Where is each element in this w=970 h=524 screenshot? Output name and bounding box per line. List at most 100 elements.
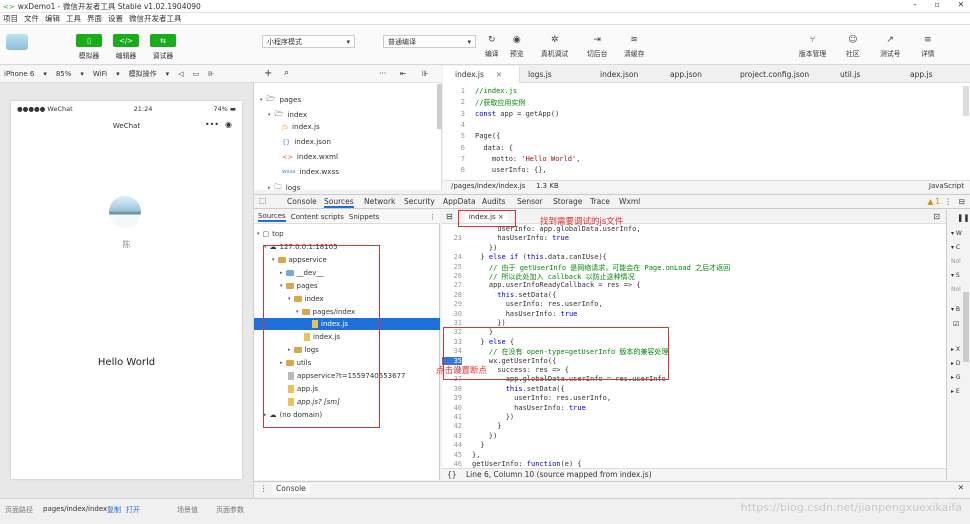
more-vert-icon[interactable]: ⋮ — [945, 197, 953, 206]
tree-file-index-wxss[interactable]: wxss index.wxss — [282, 167, 339, 176]
more-icon[interactable]: ··· — [379, 69, 386, 78]
dtab-security[interactable]: Security — [404, 197, 435, 206]
menu-file[interactable]: 文件 — [24, 13, 39, 24]
avatar[interactable] — [6, 34, 28, 50]
rotate-icon[interactable]: ▭ — [193, 70, 200, 78]
more-vert-icon[interactable]: ⋮ — [429, 213, 436, 221]
detail-button[interactable]: ≡ 详情 — [921, 35, 935, 58]
detach-icon[interactable]: ⊪ — [208, 70, 214, 78]
line-number[interactable]: 38 — [442, 385, 462, 393]
line-number[interactable]: 3 — [443, 110, 465, 118]
page-params[interactable]: 页面参数 — [216, 505, 244, 515]
add-icon[interactable]: + — [264, 68, 272, 79]
simulator-toggle[interactable]: ▯ 模拟器 — [76, 34, 102, 60]
tab-project-config-json[interactable]: project.config.json — [728, 66, 809, 83]
dtab-wxml[interactable]: Wxml — [619, 197, 640, 206]
dtab-storage[interactable]: Storage — [553, 197, 582, 206]
tab-app-json[interactable]: app.json — [658, 66, 702, 83]
minimize-button[interactable]: – — [913, 0, 917, 9]
tab-index-json[interactable]: index.json — [588, 66, 638, 83]
line-number[interactable]: 27 — [442, 281, 462, 289]
tab-index-js[interactable]: index.js ✕ — [443, 66, 520, 83]
collapse-icon[interactable]: ⇤ — [400, 69, 406, 78]
line-number[interactable]: 4 — [443, 121, 465, 129]
dtab-audits[interactable]: Audits — [482, 197, 506, 206]
drawer-menu-icon[interactable]: ⋮ — [260, 484, 268, 493]
menu-edit[interactable]: 编辑 — [45, 13, 60, 24]
debugger-toggle[interactable]: ⇆ 调试器 — [150, 34, 176, 60]
line-number[interactable]: 42 — [442, 422, 462, 430]
warning-badge[interactable]: ▲ 1 — [927, 197, 940, 206]
clear-cache-button[interactable]: ≋ 清缓存 — [624, 35, 644, 58]
line-number[interactable]: 5 — [443, 132, 465, 140]
line-number[interactable]: 1 — [443, 87, 465, 95]
background-button[interactable]: ⇥ 切后台 — [587, 35, 607, 58]
tree-folder-pages[interactable]: ▾ 🗁 pages — [260, 93, 301, 106]
close-tab-icon[interactable]: ✕ — [496, 70, 502, 79]
watch-section-toggle[interactable]: ▾ W — [951, 230, 962, 237]
close-target-icon[interactable]: ◉ — [225, 120, 232, 129]
src-node-top[interactable]: ▾ ▢ top — [257, 230, 284, 238]
preview-button[interactable]: ◉ 预览 — [510, 35, 524, 58]
tree-file-index-json[interactable]: {} index.json — [282, 137, 331, 146]
line-number[interactable]: 28 — [442, 291, 462, 299]
subtab-content-scripts[interactable]: Content scripts — [291, 213, 344, 221]
global-section-toggle[interactable]: ▸ G — [951, 374, 961, 381]
tree-file-index-wxml[interactable]: <> index.wxml — [282, 152, 338, 161]
close-window-button[interactable]: ✕ — [958, 0, 964, 9]
compile-mode-select[interactable]: 普通编译 ▾ — [383, 35, 476, 48]
dtab-sources[interactable]: Sources — [324, 197, 354, 208]
line-number[interactable]: 39 — [442, 394, 462, 402]
compile-button[interactable]: ↻ 编译 — [485, 35, 499, 58]
dtab-appdata[interactable]: AppData — [443, 197, 476, 206]
menu-wechat-devtools[interactable]: 微信开发者工具 — [129, 13, 182, 24]
menu-view[interactable]: 界面 — [87, 13, 102, 24]
event-section-toggle[interactable]: ▸ E — [951, 388, 960, 395]
version-manage-button[interactable]: ⑂ 版本管理 — [799, 35, 826, 58]
editor-toggle[interactable]: </> 编辑器 — [113, 34, 139, 60]
mode-select[interactable]: 小程序模式 ▾ — [262, 35, 355, 48]
line-number[interactable]: 25 — [442, 263, 462, 271]
tree-folder-index[interactable]: ▾ 🗁 index — [268, 108, 307, 121]
real-device-debug-button[interactable]: ✲ 真机调试 — [541, 35, 568, 58]
line-number[interactable]: 45 — [442, 451, 462, 459]
line-number[interactable]: 29 — [442, 300, 462, 308]
community-button[interactable]: ☺ 社区 — [846, 35, 860, 58]
editor-scrollbar[interactable] — [963, 86, 969, 116]
subtab-snippets[interactable]: Snippets — [349, 213, 379, 221]
line-number[interactable]: 40 — [442, 404, 462, 412]
toggle-navigator-icon[interactable]: ⊟ — [446, 212, 453, 221]
breakpoints-section-toggle[interactable]: ▾ B — [951, 306, 960, 313]
line-number[interactable]: 26 — [442, 272, 462, 280]
line-number[interactable]: 24 — [442, 253, 462, 261]
network-select[interactable]: WiFi — [93, 70, 107, 78]
close-drawer-icon[interactable]: ✕ — [958, 483, 964, 492]
line-number[interactable]: 6 — [443, 144, 465, 152]
copy-link[interactable]: 复制 — [107, 505, 121, 515]
dom-section-toggle[interactable]: ▸ D — [951, 360, 961, 367]
menu-project[interactable]: 项目 — [3, 13, 18, 24]
line-number[interactable]: 46 — [442, 460, 462, 468]
line-number[interactable]: 41 — [442, 413, 462, 421]
scene-value[interactable]: 场景值 — [177, 505, 198, 515]
editor-code-area[interactable]: 1 //index.js 2 //获取应用实例 3 const app = getApp(… — [443, 85, 970, 179]
tree-file-index-js[interactable]: JS index.js — [282, 122, 320, 131]
tab-logs-js[interactable]: logs.js — [516, 66, 552, 83]
menu-tools[interactable]: 工具 — [66, 13, 81, 24]
dtab-sensor[interactable]: Sensor — [517, 197, 543, 206]
pause-icon[interactable]: ❚❚ — [957, 213, 970, 222]
device-select[interactable]: iPhone 6 — [4, 70, 34, 78]
xhr-section-toggle[interactable]: ▸ X — [951, 346, 960, 353]
line-number[interactable]: 2 — [443, 98, 465, 106]
callstack-section-toggle[interactable]: ▾ C — [951, 244, 960, 251]
line-number[interactable]: 30 — [442, 310, 462, 318]
tree-folder-logs[interactable]: ▸ 🗀 logs — [268, 181, 300, 194]
line-number[interactable]: 31 — [442, 319, 462, 327]
tree-scrollbar[interactable] — [437, 84, 442, 129]
tab-util-js[interactable]: util.js — [828, 66, 860, 83]
console-drawer-tab[interactable]: Console — [272, 483, 310, 494]
line-number[interactable]: 23 — [442, 234, 462, 242]
line-number[interactable]: 8 — [443, 166, 465, 174]
dock-icon[interactable]: ⊟ — [959, 197, 965, 206]
dtab-trace[interactable]: Trace — [590, 197, 610, 206]
